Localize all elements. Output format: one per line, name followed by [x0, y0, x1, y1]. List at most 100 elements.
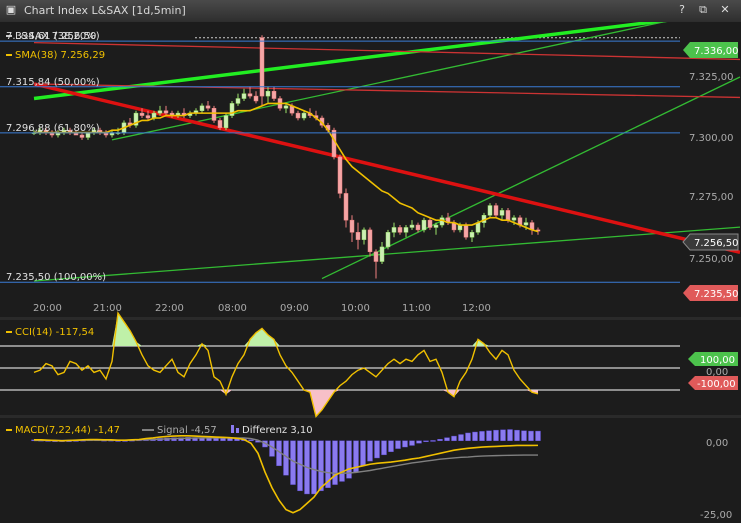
candle-body	[493, 205, 499, 216]
title-bar: ▣ Chart Index L&SAX [1d,5min] ? ⧉ ✕	[0, 0, 741, 23]
candle-body	[253, 95, 259, 102]
candle-body	[499, 210, 505, 216]
close-icon[interactable]: ✕	[718, 3, 732, 17]
candle-body	[247, 93, 253, 97]
candle-body	[349, 219, 355, 233]
macd-histogram-bar	[430, 440, 436, 442]
macd-histogram-bar	[528, 430, 534, 441]
pane-divider[interactable]	[0, 415, 741, 418]
candle-body	[223, 115, 229, 128]
macd-histogram-bar	[486, 430, 492, 441]
signal-legend-label: Signal -4,57	[157, 425, 217, 436]
macd-legend-label: MACD(7,22,44) -1,47	[15, 425, 120, 436]
candle-body	[295, 112, 301, 119]
candle-body	[265, 90, 271, 97]
candle-body	[217, 120, 223, 128]
candle-body	[391, 227, 397, 233]
candle-body	[433, 224, 439, 228]
candle-body	[79, 134, 85, 138]
candle-body	[271, 90, 277, 99]
candle-body	[511, 217, 517, 221]
cci-legend-label: CCI(14) -117,54	[15, 327, 94, 338]
macd-histogram-bar	[374, 440, 380, 459]
candle-body	[211, 108, 217, 121]
candle-body	[205, 105, 211, 109]
macd-histogram-bar	[458, 434, 464, 441]
x-tick: 12:00	[462, 303, 491, 314]
svg-text:7.336,00: 7.336,00	[694, 46, 739, 57]
candle-body	[415, 224, 421, 231]
candle-body	[361, 229, 367, 240]
candle-body	[463, 224, 469, 238]
pane-divider[interactable]	[0, 317, 741, 320]
macd-histogram-bar	[451, 435, 457, 441]
x-tick: 10:00	[341, 303, 370, 314]
candle-body	[367, 229, 373, 253]
macd-zero-tick: 0,00	[706, 438, 728, 449]
candle-body	[385, 232, 391, 248]
candle-body	[523, 222, 529, 226]
macd-histogram-bar	[339, 440, 345, 482]
macd-histogram-bar	[416, 440, 422, 444]
candle-body	[139, 112, 145, 116]
cci-tag-upper: 100,00	[688, 352, 738, 366]
macd-histogram-bar	[500, 429, 506, 441]
diff-legend-label: Differenz 3,10	[242, 425, 313, 436]
macd-histogram-bar	[493, 429, 499, 441]
macd-histogram-bar	[465, 432, 471, 441]
cci-tag-lower: -100,00	[688, 376, 738, 390]
candle-body	[427, 219, 433, 228]
x-tick: 08:00	[218, 303, 247, 314]
fib-level-label: 7.334,61 (38,20%)	[6, 31, 100, 42]
candle-body	[199, 105, 205, 111]
candle-body	[421, 219, 427, 231]
macd-histogram-bar	[388, 440, 394, 452]
macd-histogram-bar	[395, 440, 401, 449]
help-icon[interactable]: ?	[675, 3, 689, 17]
candle-body	[469, 232, 475, 238]
chart-window: ▣ Chart Index L&SAX [1d,5min] ? ⧉ ✕ L&SA…	[0, 0, 741, 523]
candle-body	[475, 222, 481, 233]
macd-histogram-bar	[479, 431, 485, 441]
candle-body	[355, 232, 361, 240]
restore-icon[interactable]: ⧉	[696, 3, 710, 17]
candle-body	[259, 37, 265, 97]
y-tick: 7.250,00	[689, 254, 734, 265]
x-tick: 22:00	[155, 303, 184, 314]
macd-histogram-bar	[444, 437, 450, 441]
macd-histogram-bar	[402, 440, 408, 448]
svg-text:100,00: 100,00	[700, 355, 735, 366]
x-tick: 20:00	[33, 303, 62, 314]
cci-legend: CCI(14) -117,54	[6, 327, 94, 338]
macd-histogram-bar	[367, 440, 373, 462]
candle-body	[301, 112, 307, 119]
y-tick: 7.275,00	[689, 192, 734, 203]
macd-histogram-bar	[248, 439, 254, 442]
candle-body	[337, 156, 343, 194]
macd-histogram-bar	[332, 440, 338, 485]
fib-level-label: 7.315,84 (50,00%)	[6, 77, 100, 88]
fib-level-label: 7.235,50 (100,00%)	[6, 272, 106, 283]
macd-histogram-bar	[423, 440, 429, 442]
candle-body	[163, 110, 169, 114]
x-tick: 09:00	[280, 303, 309, 314]
fib-level-label: 7.296,88 (61,80%)	[6, 123, 100, 134]
candle-body	[283, 105, 289, 109]
candle-body	[403, 227, 409, 233]
window-title: Chart Index L&SAX [1d,5min]	[24, 4, 186, 17]
price-tag-last: 7.256,50	[682, 233, 739, 251]
price-tag-high: 7.336,00	[683, 42, 739, 58]
x-tick: 21:00	[93, 303, 122, 314]
candle-body	[145, 115, 151, 119]
macd-histogram-bar	[472, 431, 478, 441]
candle-body	[397, 227, 403, 233]
candle-body	[241, 93, 247, 99]
macd-min-tick: -25,00	[700, 510, 732, 521]
macd-histogram-bar	[507, 429, 513, 441]
candle-body	[487, 205, 493, 216]
window-menu-icon[interactable]: ▣	[4, 3, 18, 17]
macd-histogram-bar	[437, 439, 443, 441]
chart-area[interactable]: L&SAX 7.256,50 SMA(38) 7.256,29 7.334,61…	[0, 22, 741, 523]
candle-body	[373, 251, 379, 262]
macd-histogram-bar	[360, 440, 366, 467]
